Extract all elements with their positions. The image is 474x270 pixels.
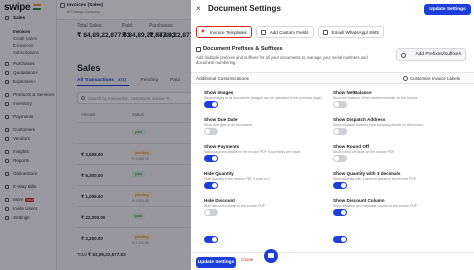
setting-hide-quantity: Hide Quantity Hide quantity in the invoic… [204,171,322,181]
setting-label: Show Quantity with 3 decimals [333,171,401,176]
tab-add-custom-fields[interactable]: Add Custom Fields [255,26,314,38]
setting-description: Hide quantity in the invoice PDF if pric… [204,177,271,181]
add-prefixes-button[interactable]: Add Prefixes/Suffixes [396,48,466,61]
toggle-show-dispatch-address[interactable] [333,128,347,135]
toggle-switch[interactable] [333,236,347,243]
settings-icon [402,76,408,81]
setting-description: Hide discount column in the invoice PDF. [204,204,266,208]
toggle-hide-discount[interactable] [204,209,218,216]
prefix-section-text: Add multiple prefixes and suffixes for a… [196,55,368,66]
tab-invoice-templates[interactable]: ♥ Invoice Templates [196,26,252,38]
setting-show-due-date: Show Due Date Show due date in all docume… [204,117,322,127]
setting-label: Show Discount Column [333,198,385,203]
mail-icon [322,30,328,35]
close-button[interactable]: Close [241,258,253,263]
toggle-show-due-date[interactable] [204,128,218,135]
additional-customizations-bar: Additional Customizations Customize Invo… [191,72,474,84]
settings-icon [401,52,406,58]
footer-update-settings-button[interactable]: Update Settings [196,257,236,268]
setting-description: Show payment details on the invoice PDF … [204,150,302,154]
toggle-show-payments[interactable] [204,155,218,162]
setting-description: Show discount as a separate column in th… [333,204,418,208]
setting-show-dispatch-address: Show Dispatch Address Show dispatch addre… [333,117,451,127]
setting-show-netbalance: Show NetBalance Show net balance of the c… [333,90,451,100]
setting-show-payments: Show Payments Show payment details on the… [204,144,322,154]
toggle-show-quantity-with-3-decimals[interactable] [333,182,347,189]
customize-labels-link[interactable]: Customize Invoice Labels [402,76,460,81]
close-icon[interactable]: × [196,5,201,13]
additional-customizations-heading: Additional Customizations [196,76,249,81]
setting-description: Show dispatch address from company detai… [333,123,425,127]
setting-description: Show due date in all documents. [204,123,254,127]
setting-label: Show Due Date [204,117,238,122]
document-settings-drawer: × Document Settings Update Settings ♥ Inv… [191,0,474,270]
setting-description: Show net balance of the customer/vendor … [333,96,419,100]
toggle-show-discount-column[interactable] [333,209,347,216]
prefix-section-title: Document Prefixes & Suffixes [203,46,283,52]
setting-label: Show NetBalance [333,90,372,95]
toggle-switch[interactable] [204,236,218,243]
toggle-show-round-off[interactable] [333,155,347,162]
setting-show-discount-column: Show Discount Column Show discount as a s… [333,198,451,208]
drawer-footer: Update Settings Close [191,252,474,270]
toggle-show-images[interactable] [204,101,218,108]
heart-icon: ♥ [201,29,205,35]
settings-tabs: ♥ Invoice Templates Add Custom Fields Email… [196,26,385,39]
setting-description: Show round off value on the invoice PDF. [333,150,395,154]
setting-description: Show images in all documents (images can… [204,96,322,100]
setting-label: Hide Quantity [204,171,234,176]
list-icon [260,30,266,35]
toggle-hide-quantity[interactable] [204,182,218,189]
setting-label: Hide Discount [204,198,235,203]
setting-description: Show quantity with 3 decimal places in t… [333,177,417,181]
chat-icon[interactable] [264,249,278,263]
setting-label: Show Payments [204,144,240,149]
drawer-title: Document Settings [208,4,281,13]
setting-show-quantity-with-3-decimals: Show Quantity with 3 decimals Show quanti… [333,171,451,181]
setting-show-images: Show Images Show images in all documents … [204,90,322,100]
setting-label: Show Images [204,90,234,95]
setting-show-round-off: Show Round Off Show round off value on th… [333,144,451,154]
tab-email-whatsapp-sms[interactable]: Email/ WhatsApp/ SMS [317,26,385,38]
setting-label: Show Round Off [333,144,369,149]
setting-label: Show Dispatch Address [333,117,386,122]
update-settings-button[interactable]: Update Settings [424,4,471,15]
setting-hide-discount: Hide Discount Hide discount column in the… [204,198,322,208]
prefix-icon [196,47,201,52]
toggle-show-netbalance[interactable] [333,101,347,108]
